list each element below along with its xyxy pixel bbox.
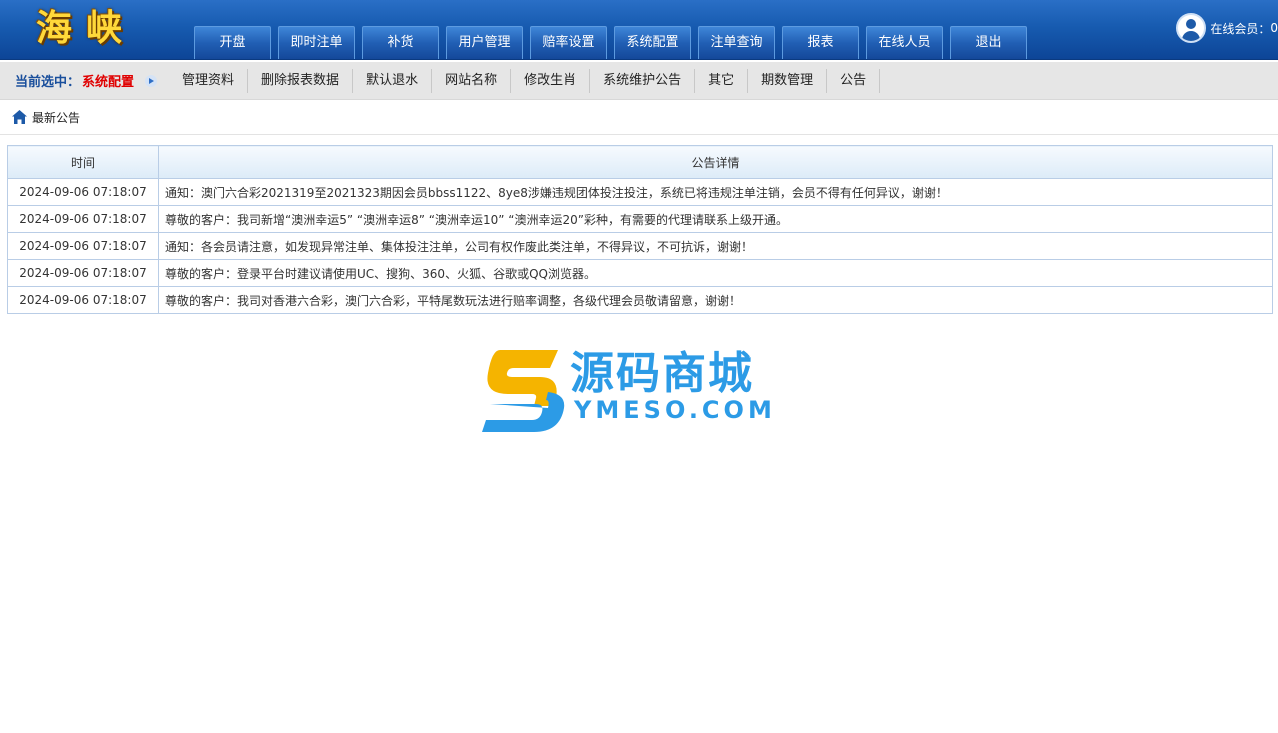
online-count[interactable]: 0	[1270, 21, 1278, 35]
nav-button[interactable]: 用户管理	[446, 26, 523, 59]
subnav-link[interactable]: 其它	[695, 68, 749, 93]
announcement-text: 尊敬的客户：我司新增“澳洲幸运5” “澳洲幸运8” “澳洲幸运10” “澳洲幸运…	[158, 205, 1273, 233]
table-row: 2024-09-06 07:18:07 尊敬的客户：登录平台时建议请使用UC、搜狗…	[7, 259, 1273, 287]
announcement-text: 尊敬的客户：登录平台时建议请使用UC、搜狗、360、火狐、谷歌或QQ浏览器。	[158, 259, 1273, 287]
column-header-detail: 公告详情	[158, 145, 1273, 179]
subnav-link[interactable]: 删除报表数据	[248, 68, 354, 93]
table-row: 2024-09-06 07:18:07 尊敬的客户：我司新增“澳洲幸运5” “澳洲…	[7, 205, 1273, 233]
announcement-time: 2024-09-06 07:18:07	[7, 205, 159, 233]
online-label: 在线会员：	[1210, 21, 1271, 36]
announcement-time: 2024-09-06 07:18:07	[7, 259, 159, 287]
table-row: 2024-09-06 07:18:07 尊敬的客户：我司对香港六合彩，澳门六合彩，…	[7, 286, 1273, 314]
watermark-en: YMESO.COM	[574, 396, 776, 424]
subnav-link[interactable]: 管理资料	[169, 68, 249, 93]
s-logo-icon	[482, 350, 565, 432]
online-members: 在线会员： 0	[1176, 12, 1278, 44]
subnav-link[interactable]: 网站名称	[432, 68, 512, 93]
announcement-time: 2024-09-06 07:18:07	[7, 232, 159, 260]
nav-button[interactable]: 赔率设置	[530, 26, 607, 59]
watermark-cn: 源码商城	[570, 348, 754, 399]
table-row: 2024-09-06 07:18:07 通知：澳门六合彩2021319至20213…	[7, 178, 1273, 206]
table-header-row: 时间 公告详情	[7, 145, 1273, 179]
nav-button[interactable]: 补货	[362, 26, 439, 59]
subnav-link[interactable]: 公告	[827, 68, 881, 93]
subnav-link[interactable]: 默认退水	[353, 68, 433, 93]
sub-nav: 当前选中： 系统配置 管理资料 删除报表数据 默认退水 网站名称 修改生肖 系统维护公告其…	[0, 62, 1278, 100]
table-row: 2024-09-06 07:18:07 通知：各会员请注意，如发现异常注单、集体投…	[7, 232, 1273, 260]
subnav-link[interactable]: 系统维护公告	[590, 68, 696, 93]
column-header-time: 时间	[7, 145, 159, 179]
nav-button[interactable]: 报表	[782, 26, 859, 59]
app-logo: 海峡	[36, 7, 137, 49]
user-avatar-icon	[1176, 13, 1207, 43]
nav-button[interactable]: 开盘	[194, 26, 271, 59]
nav-button[interactable]: 在线人员	[866, 26, 943, 59]
announcement-time: 2024-09-06 07:18:07	[7, 286, 159, 314]
nav-button[interactable]: 注单查询	[698, 26, 775, 59]
nav-button[interactable]: 系统配置	[614, 26, 691, 59]
arrow-right-icon	[145, 74, 158, 87]
announcement-text: 通知：澳门六合彩2021319至2021323期因会员bbss1122、8ye8…	[158, 178, 1273, 206]
page-title: 最新公告	[32, 110, 81, 125]
current-selection-label: 当前选中：	[15, 75, 81, 90]
announcement-text: 通知：各会员请注意，如发现异常注单、集体投注注单，公司有权作废此类注单，不得异议…	[158, 232, 1273, 260]
announcement-table: 时间 公告详情 2024-09-06 07:18:07 通知：澳门六合彩20213…	[7, 145, 1273, 314]
main-nav: 开盘 即时注单 补货 用户管理 赔率设置 系统配置 注单查询 报表 在线人员 退出	[194, 26, 1034, 60]
home-icon[interactable]	[12, 110, 27, 124]
current-selection-value: 系统配置	[82, 75, 135, 90]
top-header: 海峡 开盘 即时注单 补货 用户管理 赔率设置 系统配置 注单查询 报表 在线人员 退出 在线会员…	[0, 0, 1278, 60]
nav-button[interactable]: 退出	[950, 26, 1027, 59]
nav-button[interactable]: 即时注单	[278, 26, 355, 59]
announcement-time: 2024-09-06 07:18:07	[7, 178, 159, 206]
subnav-link[interactable]: 修改生肖	[511, 68, 591, 93]
subnav-link[interactable]: 期数管理	[748, 68, 828, 93]
announcement-text: 尊敬的客户：我司对香港六合彩，澳门六合彩，平特尾数玩法进行赔率调整，各级代理会员…	[158, 286, 1273, 314]
breadcrumb: 最新公告	[0, 100, 1278, 135]
watermark-logo: 源码商城 YMESO.COM	[478, 346, 778, 436]
